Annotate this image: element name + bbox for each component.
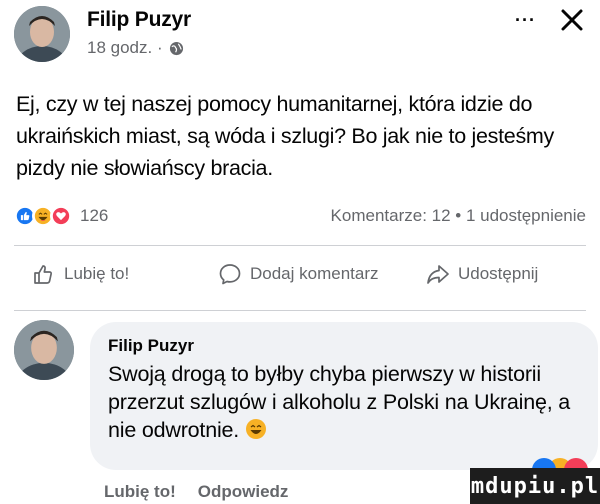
globe-icon — [169, 41, 183, 55]
post-text: Ej, czy w tej naszej pomocy humanitarnej… — [16, 92, 554, 180]
close-icon[interactable] — [558, 6, 586, 34]
post-time[interactable]: 18 godz. · — [87, 38, 163, 58]
comment-author-name[interactable]: Filip Puzyr — [108, 336, 580, 356]
post-stats: 126 Komentarze: 12 • 1 udostępnienie — [14, 205, 586, 227]
post-meta: 18 godz. · — [87, 38, 184, 58]
comments-shares-count[interactable]: Komentarze: 12 • 1 udostępnienie — [331, 206, 586, 226]
avatar-photo — [14, 320, 74, 380]
comment-text: Swoją drogą to byłby chyba pierwszy w hi… — [108, 362, 571, 442]
comment-author-avatar[interactable] — [14, 320, 74, 380]
share-button[interactable]: Udostępnij — [426, 262, 538, 286]
share-icon — [427, 265, 449, 284]
author-avatar[interactable] — [14, 6, 70, 62]
post-actions: Lubię to! Dodaj komentarz Udostępnij — [0, 262, 600, 298]
comment-text-block: Swoją drogą to byłby chyba pierwszy w hi… — [108, 360, 580, 444]
comment-icon — [219, 264, 241, 285]
reactions-summary[interactable]: 126 — [14, 205, 108, 227]
comment-like-link[interactable]: Lubię to! — [104, 482, 176, 502]
watermark: mdupiu.pl — [470, 468, 600, 504]
avatar-photo — [14, 6, 70, 62]
comment: Filip Puzyr Swoją drogą to byłby chyba p… — [14, 320, 598, 470]
love-icon — [50, 205, 72, 227]
comment-label: Dodaj komentarz — [250, 264, 379, 283]
comment-bubble: Filip Puzyr Swoją drogą to byłby chyba p… — [90, 322, 598, 470]
like-label: Lubię to! — [64, 264, 130, 283]
divider — [14, 245, 586, 246]
comment-button[interactable]: Dodaj komentarz — [218, 262, 379, 286]
thumbs-up-icon — [34, 265, 53, 284]
share-label: Udostępnij — [458, 264, 539, 283]
post-author-name[interactable]: Filip Puzyr — [87, 8, 191, 32]
comment-reply-link[interactable]: Odpowiedz — [198, 482, 289, 502]
reaction-count: 126 — [80, 206, 109, 225]
post-header: Filip Puzyr 18 godz. · ··· — [14, 6, 586, 62]
more-options-icon[interactable]: ··· — [515, 10, 536, 31]
like-button[interactable]: Lubię to! — [32, 262, 129, 286]
laughing-emoji-icon — [245, 419, 266, 439]
comment-actions: Lubię to! Odpowiedz — [104, 482, 288, 502]
divider — [14, 310, 586, 311]
